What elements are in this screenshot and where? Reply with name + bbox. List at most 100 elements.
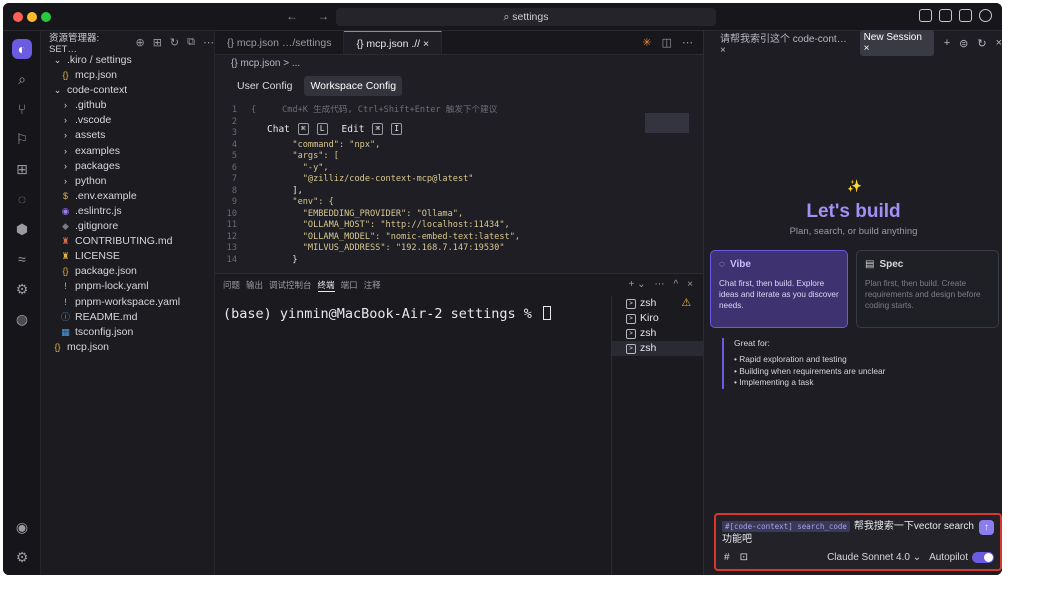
code-line: 14 }: [215, 255, 703, 267]
workspace-config-tab[interactable]: Workspace Config: [304, 76, 403, 96]
terminal-session[interactable]: > Kiro: [612, 311, 703, 326]
tree-item[interactable]: ◆ .gitignore: [41, 219, 214, 234]
kbd-i: I: [391, 123, 403, 135]
tree-item[interactable]: ♜ LICENSE: [41, 249, 214, 264]
image-icon[interactable]: ⊡: [740, 552, 748, 563]
close-panel-icon[interactable]: ×: [687, 279, 693, 290]
toggle-sidebar-icon[interactable]: [939, 9, 952, 22]
list-item: • Implementing a task: [734, 377, 814, 387]
context-tag[interactable]: #[code-context] search_code: [722, 521, 850, 532]
feedback-icon[interactable]: [979, 9, 992, 22]
ghost-icon[interactable]: ◌: [12, 189, 32, 209]
maximize-window-button[interactable]: [41, 12, 51, 22]
tree-item[interactable]: ! pnpm-workspace.yaml: [41, 295, 214, 310]
tree-item[interactable]: $ .env.example: [41, 189, 214, 204]
tree-item[interactable]: {} mcp.json: [41, 340, 214, 355]
tree-item[interactable]: › python: [41, 174, 214, 189]
user-config-tab[interactable]: User Config: [231, 76, 298, 96]
session-tab-index[interactable]: 请帮我索引这个 code-cont… ×: [720, 30, 854, 56]
power-icon[interactable]: ◍: [12, 309, 32, 329]
tree-item[interactable]: {} package.json: [41, 264, 214, 279]
tree-item[interactable]: › examples: [41, 144, 214, 159]
minimap[interactable]: [645, 113, 689, 133]
line-number: 5: [231, 151, 237, 161]
plugin-icon[interactable]: ⚙: [12, 279, 32, 299]
kiro-logo-icon[interactable]: ◐: [12, 39, 32, 59]
shield-icon[interactable]: ⬢: [12, 219, 32, 239]
code-editor[interactable]: 1 { Cmd+K 生成代码, Ctrl+Shift+Enter 触发下个建议 2 3…: [215, 105, 703, 273]
search-icon[interactable]: ⌕: [12, 69, 32, 89]
terminal-session[interactable]: > zsh: [612, 326, 703, 341]
tree-item[interactable]: › .vscode: [41, 113, 214, 128]
extensions-icon[interactable]: ⊞: [12, 159, 32, 179]
account-icon[interactable]: ◉: [12, 517, 32, 537]
tree-item[interactable]: › .github: [41, 98, 214, 113]
new-terminal-icon[interactable]: + ⌄: [628, 279, 645, 290]
file-type-icon: ⓘ: [60, 311, 70, 322]
terminal-session[interactable]: > zsh ⚠: [612, 296, 703, 311]
session-tab-new[interactable]: New Session ×: [859, 30, 934, 56]
tree-item-label: .kiro / settings: [67, 54, 132, 66]
inline-chat-hint[interactable]: Chat ⌘ L Edit ⌘ I: [267, 123, 403, 135]
more-icon[interactable]: ⋯: [203, 36, 214, 49]
run-debug-icon[interactable]: ⚐: [12, 129, 32, 149]
terminal-tab[interactable]: 调试控制台: [269, 279, 312, 291]
source-control-icon[interactable]: ⑂: [12, 99, 32, 119]
tree-item[interactable]: {} mcp.json: [41, 68, 214, 83]
tree-item[interactable]: ♜ CONTRIBUTING.md: [41, 234, 214, 249]
vibe-mode-card[interactable]: ◌ Vibe Chat first, then build. Explore id…: [710, 250, 848, 328]
nav-arrows[interactable]: ← →: [286, 9, 337, 23]
tree-item[interactable]: › packages: [41, 159, 214, 174]
terminal-prompt[interactable]: (base) yinmin@MacBook-Air-2 settings %: [223, 306, 551, 322]
terminal-tab[interactable]: 注释: [364, 279, 381, 291]
chat-input-text[interactable]: #[code-context] search_code 帮我搜索一下vector …: [722, 520, 978, 546]
file-type-icon: {}: [62, 266, 69, 277]
close-window-button[interactable]: [13, 12, 23, 22]
line-number: 13: [226, 243, 237, 253]
context-hash-icon[interactable]: #: [724, 552, 730, 563]
spec-mode-card[interactable]: ▤ Spec Plan first, then build. Create req…: [856, 250, 999, 328]
refresh-icon[interactable]: ↻: [170, 36, 179, 49]
new-folder-icon[interactable]: ⊞: [153, 36, 162, 49]
maximize-panel-icon[interactable]: ^: [673, 279, 678, 290]
collapse-icon[interactable]: ⧉: [187, 36, 195, 49]
tree-item[interactable]: ! pnpm-lock.yaml: [41, 279, 214, 294]
close-panel-icon[interactable]: ×: [996, 37, 1002, 50]
tree-item[interactable]: ⓘ README.md: [41, 310, 214, 325]
minimize-window-button[interactable]: [27, 12, 37, 22]
account-icon[interactable]: [919, 9, 932, 22]
session-history-icon[interactable]: ⊜: [959, 37, 968, 50]
mcp-icon[interactable]: ≈: [12, 249, 32, 269]
tree-item[interactable]: ◉ .eslintrc.js: [41, 204, 214, 219]
refresh-icon[interactable]: ↻: [977, 37, 986, 50]
tree-item[interactable]: ▦ tsconfig.json: [41, 325, 214, 340]
send-button[interactable]: ↑: [979, 520, 994, 535]
kiro-action-icon[interactable]: ✳: [642, 36, 651, 49]
split-editor-icon[interactable]: ◫: [662, 36, 672, 49]
terminal-tab[interactable]: 输出: [246, 279, 263, 291]
tree-item[interactable]: › assets: [41, 128, 214, 143]
tree-item[interactable]: ⌄ code-context: [41, 83, 214, 98]
autopilot-toggle[interactable]: [972, 551, 994, 563]
new-file-icon[interactable]: ⊕: [135, 36, 144, 49]
more-actions-icon[interactable]: ⋯: [682, 36, 693, 49]
new-session-icon[interactable]: +: [944, 37, 950, 50]
tab-mcp-json-active[interactable]: {} mcp.json .// ×: [344, 31, 443, 54]
terminal-tab[interactable]: 问题: [223, 279, 240, 291]
terminal-more-icon[interactable]: ⋯: [654, 279, 664, 290]
tab-mcp-json-settings[interactable]: {} mcp.json …/settings: [215, 31, 345, 54]
terminal-tab[interactable]: 端口: [341, 279, 358, 291]
tree-item[interactable]: ⌄ .kiro / settings: [41, 53, 214, 68]
command-search-box[interactable]: ⌕ settings: [336, 8, 716, 26]
line-text: "env": {: [251, 197, 334, 207]
model-select[interactable]: Claude Sonnet 4.0 ⌄: [827, 552, 921, 563]
settings-icon[interactable]: ⚙: [12, 547, 32, 567]
line-number: 8: [231, 185, 237, 196]
terminal-session[interactable]: > zsh: [612, 341, 703, 356]
chat-input[interactable]: #[code-context] search_code 帮我搜索一下vector …: [714, 513, 1002, 571]
line-number: 7: [231, 174, 237, 184]
breadcrumb[interactable]: {} mcp.json > ...: [215, 55, 703, 73]
toggle-panel-icon[interactable]: [959, 9, 972, 22]
line-number: 12: [226, 231, 237, 242]
terminal-tab[interactable]: 终端: [317, 279, 335, 292]
